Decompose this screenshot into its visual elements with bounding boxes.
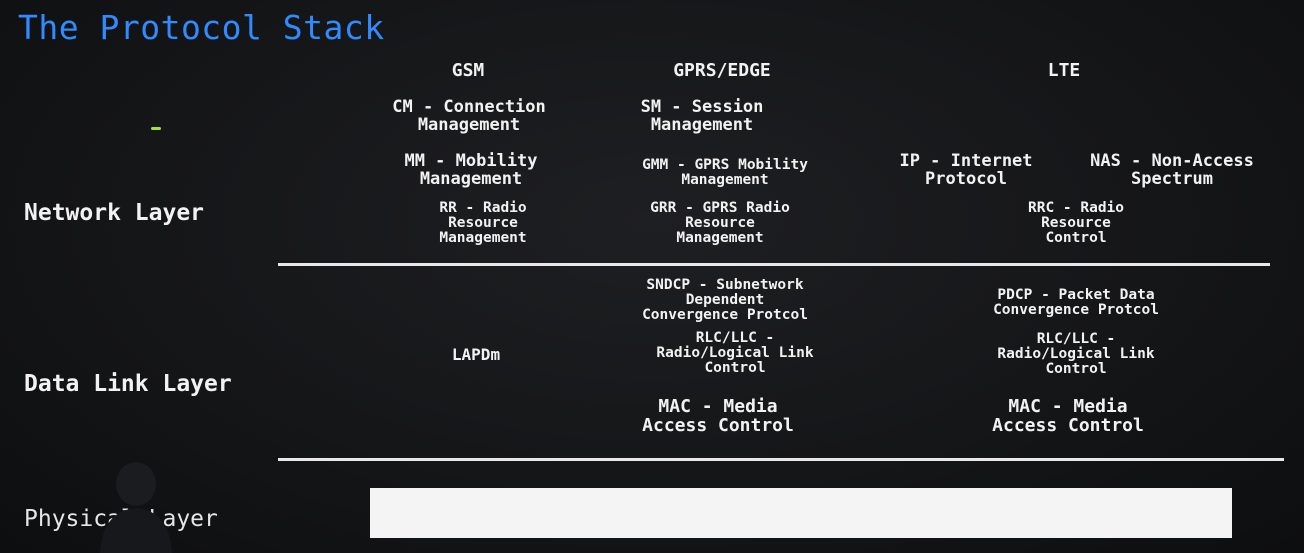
gprs-sndcp-subnetwork-dependent-convergence: SNDCP - Subnetwork Dependent Convergence… [642,277,808,324]
presenter-silhouette [100,462,172,553]
lte-nas-non-access-spectrum: NAS - Non-Access Spectrum [1090,151,1254,189]
lte-ip-internet-protocol: IP - Internet Protocol [899,151,1033,189]
gprs-sm-session-management: SM - Session Management [640,97,764,135]
slide-title: The Protocol Stack [18,8,385,47]
physical-layer-bar [370,488,1232,538]
protocol-stack-slide: The Protocol Stack GSM GPRS/EDGE LTE Net… [0,0,1304,553]
gprs-mac-media-access-control: MAC - Media Access Control [642,396,794,436]
layer-label-network: Network Layer [24,200,205,226]
gprs-grr-radio-resource-management: GRR - GPRS Radio Resource Management [650,200,790,247]
column-header-gsm: GSM [451,60,485,81]
layer-label-data-link: Data Link Layer [24,371,232,397]
lte-pdcp-packet-data-convergence: PDCP - Packet Data Convergence Protcol [993,287,1159,319]
pointer-marker [151,127,161,130]
column-header-gprs-edge: GPRS/EDGE [673,60,771,81]
gprs-gmm-mobility-management: GMM - GPRS Mobility Management [642,157,808,189]
lte-rlc-llc-radio-logical-link-control: RLC/LLC - Radio/Logical Link Control [997,331,1155,378]
column-header-lte: LTE [1047,60,1081,81]
gprs-rlc-llc-radio-logical-link-control: RLC/LLC - Radio/Logical Link Control [656,330,814,377]
lte-rrc-radio-resource-control: RRC - Radio Resource Control [1027,200,1125,247]
lte-mac-media-access-control: MAC - Media Access Control [992,396,1144,436]
gsm-lapdm: LAPDm [451,345,501,364]
data-link-physical-divider [278,458,1284,461]
network-data-link-divider [278,263,1270,266]
gsm-cm-connection-management: CM - Connection Management [392,97,546,135]
gsm-rr-radio-resource-management: RR - Radio Resource Management [439,200,527,247]
gsm-mm-mobility-management: MM - Mobility Management [404,151,538,189]
